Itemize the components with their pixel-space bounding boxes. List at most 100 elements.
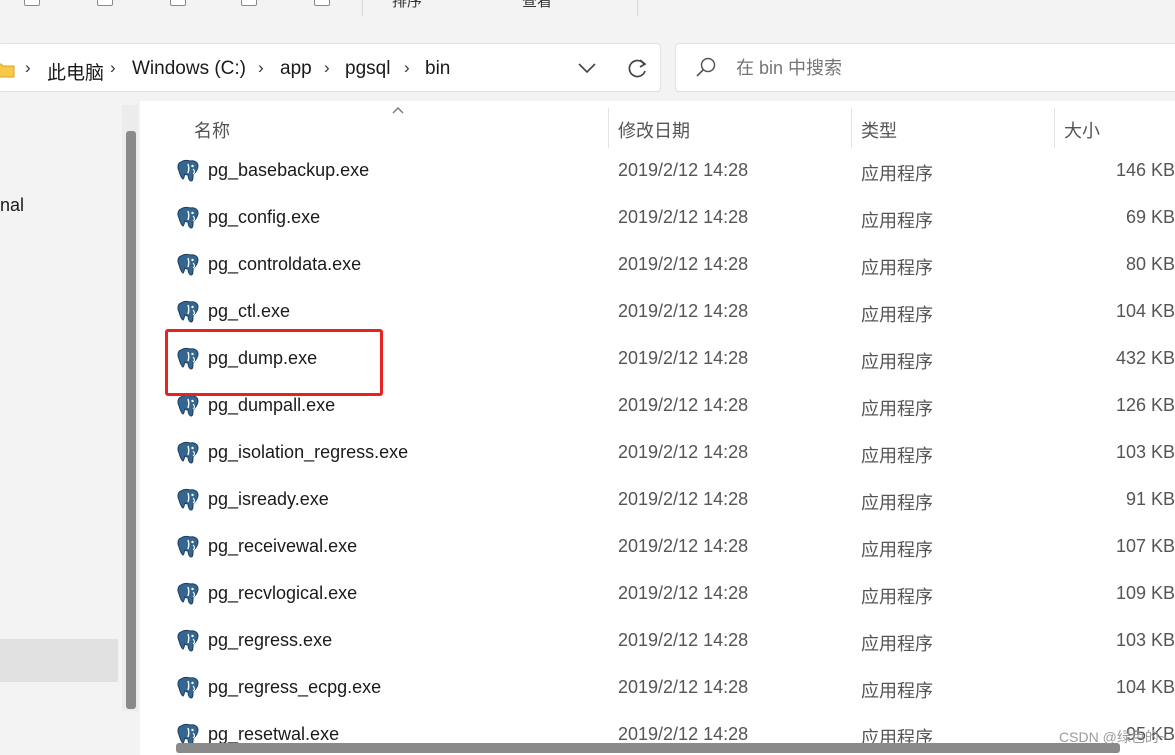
file-type: 应用程序 [861, 681, 933, 701]
breadcrumb-separator[interactable]: › [258, 58, 264, 78]
search-input[interactable] [734, 54, 1118, 82]
nav-item-selected[interactable] [0, 639, 118, 682]
breadcrumb-separator[interactable]: › [110, 58, 116, 78]
breadcrumb-separator: › [25, 58, 31, 77]
file-date-modified: 2019/2/12 14:28 [618, 207, 749, 227]
file-type: 应用程序 [861, 399, 933, 419]
toolbar-divider [362, 0, 363, 16]
file-type: 应用程序 [861, 352, 933, 372]
file-size: 146 KB [1115, 160, 1175, 180]
search-box[interactable] [675, 43, 1175, 92]
paste-icon[interactable] [97, 0, 113, 6]
breadcrumb-separator[interactable]: › [404, 58, 410, 78]
file-row[interactable]: pg_basebackup.exe 2019/2/12 14:28 应用程序 1… [150, 147, 1175, 194]
file-date-modified: 2019/2/12 14:28 [618, 348, 749, 368]
refresh-icon[interactable] [626, 58, 648, 80]
file-size: 126 KB [1115, 395, 1175, 415]
breadcrumb-pgsql[interactable]: pgsql [345, 58, 390, 80]
share-icon[interactable] [241, 0, 257, 6]
rename-icon[interactable] [170, 0, 186, 6]
file-row[interactable]: pg_isolation_regress.exe 2019/2/12 14:28… [150, 429, 1175, 476]
postgresql-elephant-icon [177, 159, 199, 182]
file-size: 104 KB [1115, 301, 1175, 321]
file-type: 应用程序 [861, 634, 933, 654]
file-type: 应用程序 [861, 164, 933, 184]
file-row[interactable]: pg_ctl.exe 2019/2/12 14:28 应用程序 104 KB [150, 288, 1175, 335]
address-bar[interactable]: › 此电脑 › Windows (C:) › app › pgsql › bin [0, 43, 661, 92]
sort-button[interactable]: 排序 [392, 0, 422, 11]
toolbar-divider [637, 0, 638, 16]
breadcrumb-bin[interactable]: bin [425, 58, 450, 80]
breadcrumb-separator[interactable]: › [324, 58, 330, 78]
file-size: 91 KB [1125, 489, 1175, 509]
postgresql-elephant-icon [177, 629, 199, 652]
file-date-modified: 2019/2/12 14:28 [618, 724, 749, 744]
delete-icon[interactable] [314, 0, 330, 6]
nav-scrollbar-thumb[interactable] [126, 131, 136, 709]
breadcrumb-app[interactable]: app [280, 58, 312, 80]
column-divider[interactable] [851, 108, 852, 148]
file-type: 应用程序 [861, 258, 933, 278]
file-date-modified: 2019/2/12 14:28 [618, 489, 749, 509]
postgresql-elephant-icon [177, 441, 199, 464]
file-size: 104 KB [1115, 677, 1175, 697]
file-row[interactable]: pg_controldata.exe 2019/2/12 14:28 应用程序 … [150, 241, 1175, 288]
column-header-date[interactable]: 修改日期 [618, 117, 690, 143]
column-header-size[interactable]: 大小 [1064, 117, 1100, 143]
postgresql-elephant-icon [177, 582, 199, 605]
file-row[interactable]: pg_regress_ecpg.exe 2019/2/12 14:28 应用程序… [150, 664, 1175, 711]
address-row: › 此电脑 › Windows (C:) › app › pgsql › bin [0, 38, 1175, 101]
highlight-box [165, 329, 383, 396]
breadcrumb-this-pc[interactable]: 此电脑 [47, 58, 104, 85]
file-row[interactable]: pg_regress.exe 2019/2/12 14:28 应用程序 103 … [150, 617, 1175, 664]
navigation-pane: nal [0, 101, 140, 755]
file-row[interactable]: pg_config.exe 2019/2/12 14:28 应用程序 69 KB [150, 194, 1175, 241]
file-type: 应用程序 [861, 540, 933, 560]
file-date-modified: 2019/2/12 14:28 [618, 583, 749, 603]
copy-icon[interactable] [24, 0, 40, 6]
file-type: 应用程序 [861, 211, 933, 231]
file-name: pg_recvlogical.exe [208, 583, 358, 603]
file-type: 应用程序 [861, 446, 933, 466]
postgresql-elephant-icon [177, 535, 199, 558]
nav-item-partial[interactable]: nal [0, 195, 24, 216]
file-list: 名称 修改日期 类型 大小 pg_basebackup.exe 2019/2/1… [150, 101, 1175, 755]
file-size: 69 KB [1125, 207, 1175, 227]
file-date-modified: 2019/2/12 14:28 [618, 677, 749, 697]
file-date-modified: 2019/2/12 14:28 [618, 630, 749, 650]
file-date-modified: 2019/2/12 14:28 [618, 442, 749, 462]
file-row[interactable]: pg_recvlogical.exe 2019/2/12 14:28 应用程序 … [150, 570, 1175, 617]
file-name: pg_regress.exe [208, 630, 333, 650]
folder-icon [0, 63, 15, 78]
horizontal-scrollbar-thumb[interactable] [176, 743, 1120, 753]
file-row[interactable]: pg_isready.exe 2019/2/12 14:28 应用程序 91 K… [150, 476, 1175, 523]
file-date-modified: 2019/2/12 14:28 [618, 301, 749, 321]
file-name: pg_isready.exe [208, 489, 329, 509]
file-name: pg_resetwal.exe [208, 724, 340, 744]
breadcrumb-drive-c[interactable]: Windows (C:) [132, 58, 246, 80]
file-size: 109 KB [1115, 583, 1175, 603]
file-row[interactable]: pg_receivewal.exe 2019/2/12 14:28 应用程序 1… [150, 523, 1175, 570]
view-button[interactable]: 查看 [522, 0, 552, 11]
postgresql-elephant-icon [177, 394, 199, 417]
file-name: pg_isolation_regress.exe [208, 442, 409, 462]
sort-ascending-icon [392, 107, 404, 114]
column-header-name[interactable]: 名称 [194, 117, 230, 143]
command-toolbar: 排序 查看 [0, 0, 1175, 38]
postgresql-elephant-icon [177, 488, 199, 511]
column-header-type[interactable]: 类型 [861, 117, 897, 143]
file-name: pg_receivewal.exe [208, 536, 358, 556]
file-size: 80 KB [1125, 254, 1175, 274]
file-name: pg_dumpall.exe [208, 395, 336, 415]
file-name: pg_controldata.exe [208, 254, 362, 274]
postgresql-elephant-icon [177, 253, 199, 276]
column-divider[interactable] [608, 108, 609, 148]
column-divider[interactable] [1054, 108, 1055, 148]
file-type: 应用程序 [861, 493, 933, 513]
file-date-modified: 2019/2/12 14:28 [618, 160, 749, 180]
chevron-down-icon[interactable] [578, 63, 596, 74]
file-size: 432 KB [1115, 348, 1175, 368]
file-name: pg_regress_ecpg.exe [208, 677, 382, 697]
file-size: 103 KB [1115, 442, 1175, 462]
postgresql-elephant-icon [177, 300, 199, 323]
